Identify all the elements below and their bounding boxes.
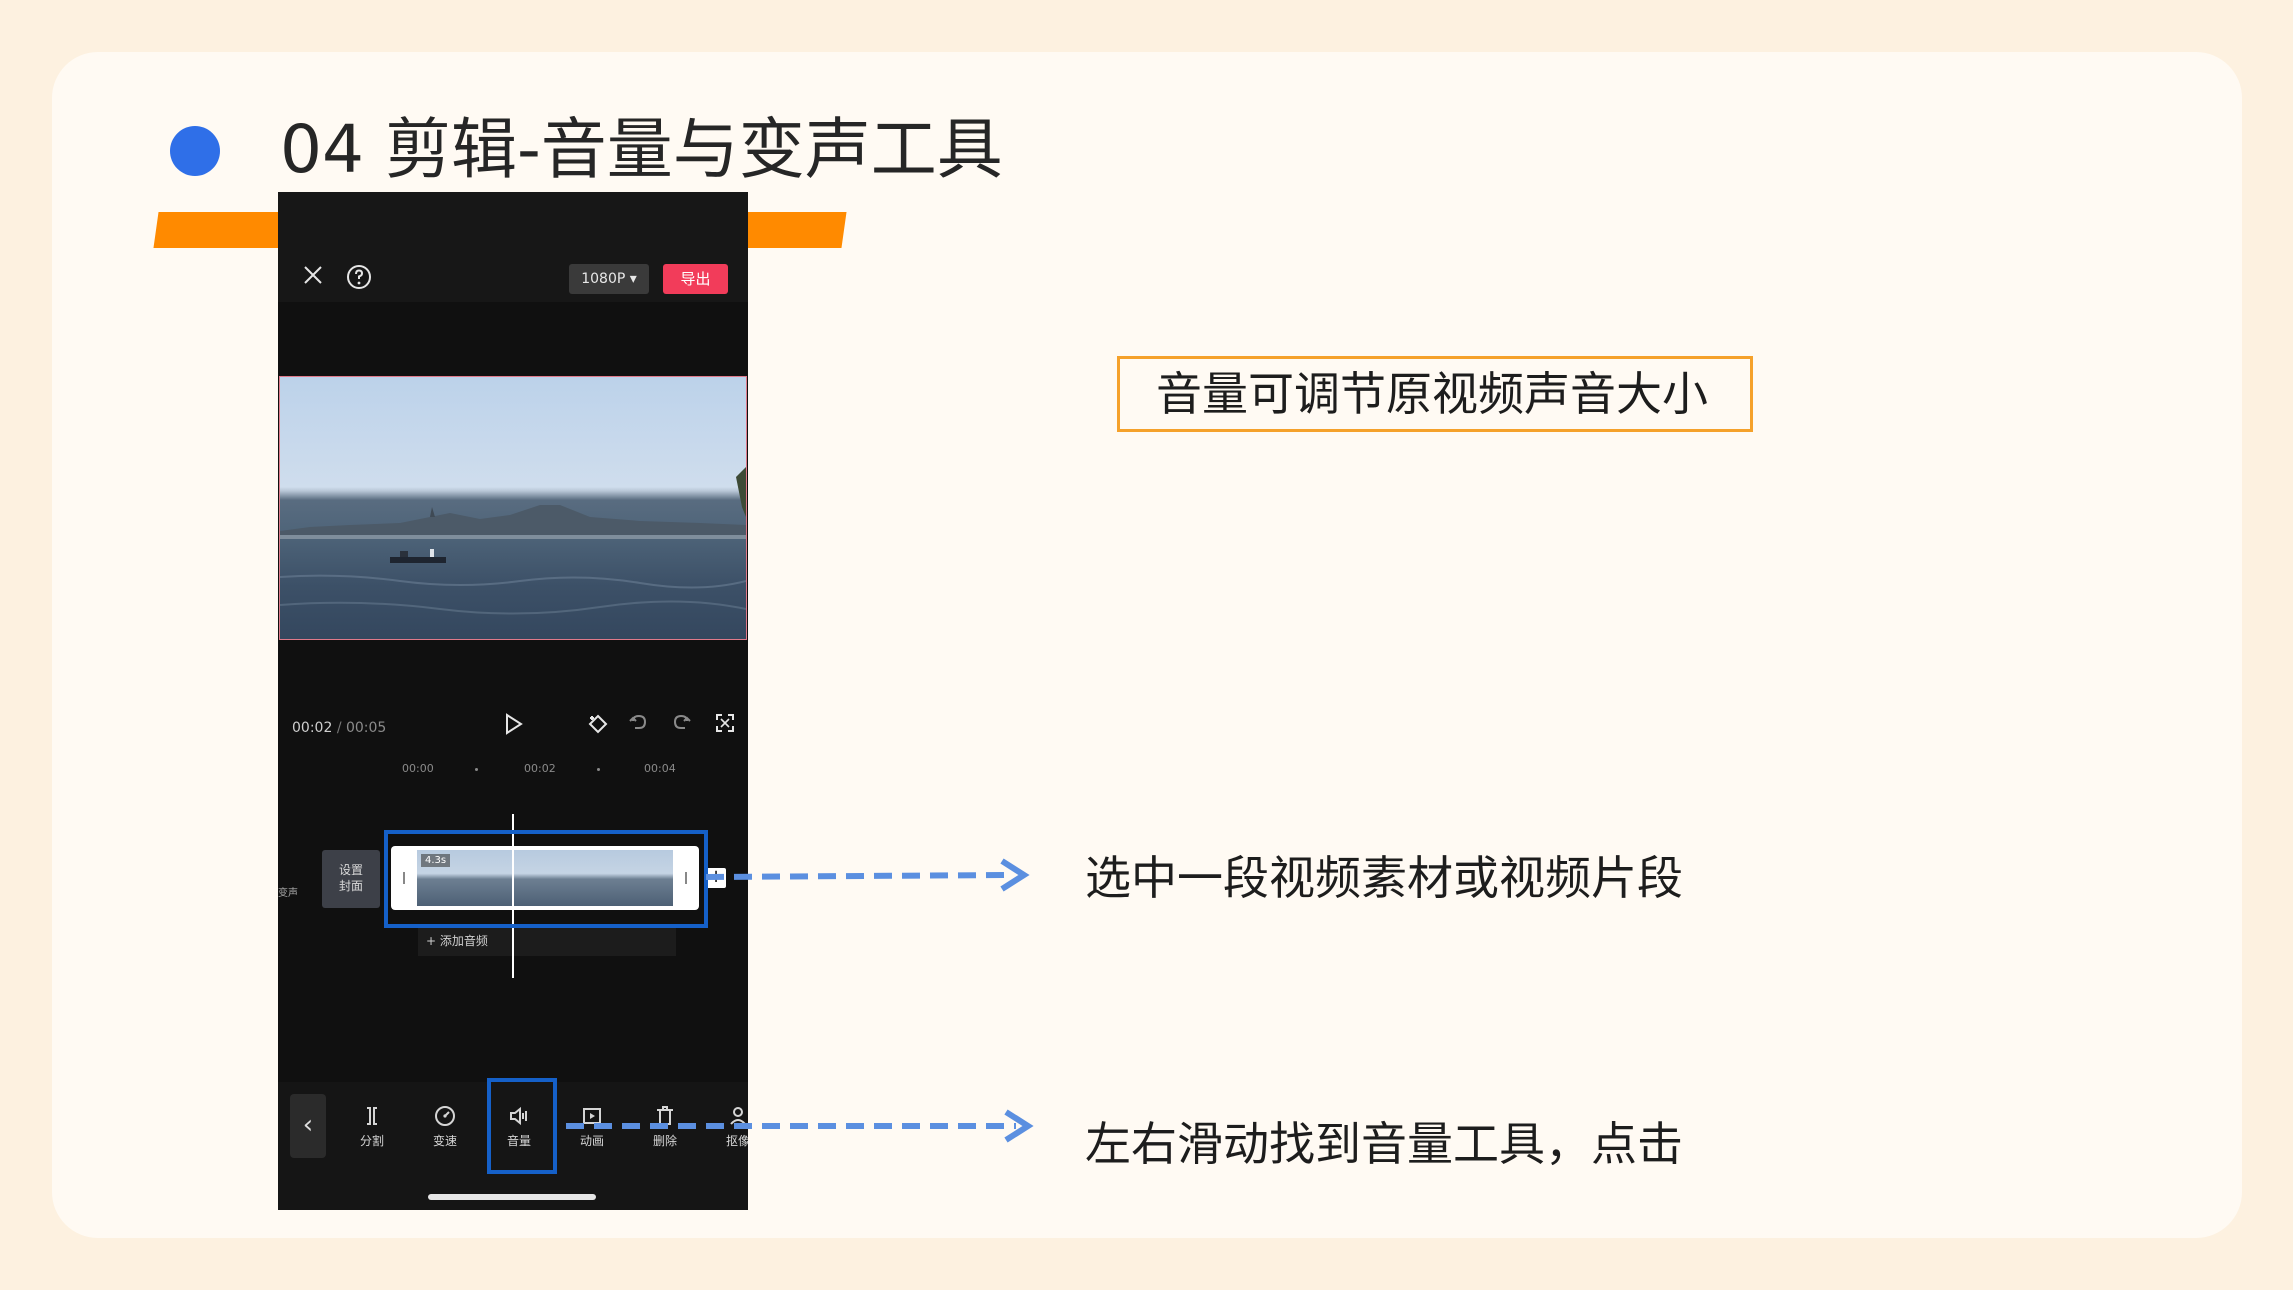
volume-description: 音量可调节原视频声音大小 <box>1117 356 1753 432</box>
volume-tool-highlight-box <box>487 1078 557 1174</box>
fullscreen-icon[interactable] <box>714 712 736 738</box>
tool-speed[interactable]: 变速 <box>415 1104 475 1149</box>
phone-screenshot: 1080P ▾ 导出 00:02 / 00:05 00:00 00:02 00:… <box>278 192 748 1210</box>
redo-icon[interactable] <box>670 712 692 738</box>
ruler-tick: 00:04 <box>644 762 676 775</box>
toolbar-back-button[interactable]: ‹ <box>290 1094 326 1158</box>
find-volume-note: 左右滑动找到音量工具，点击 <box>1085 1117 1683 1171</box>
total-time: 00:05 <box>345 720 387 736</box>
ruler-dot <box>597 768 600 771</box>
tool-split[interactable]: 分割 <box>342 1104 402 1149</box>
playback-time: 00:02 / 00:05 <box>292 720 386 736</box>
split-icon <box>367 1107 377 1125</box>
select-clip-note: 选中一段视频素材或视频片段 <box>1085 851 1683 905</box>
video-preview <box>279 376 747 640</box>
resolution-dropdown[interactable]: 1080P ▾ <box>569 264 649 294</box>
tool-label: 分割 <box>359 1134 384 1148</box>
set-cover-button[interactable]: 设置 封面 <box>322 850 380 908</box>
help-icon[interactable] <box>346 264 372 294</box>
page-title: 04 剪辑-音量与变声工具 <box>280 111 1003 188</box>
keyframe-icon[interactable] <box>586 712 610 740</box>
ruler-tick: 00:00 <box>402 762 434 775</box>
home-indicator <box>428 1194 596 1200</box>
play-icon[interactable] <box>500 711 526 741</box>
title-bullet <box>170 126 220 176</box>
tool-label: 变速 <box>432 1134 457 1148</box>
cover-label-line2: 封面 <box>338 879 363 893</box>
ruler-tick: 00:02 <box>524 762 556 775</box>
clip-highlight-box <box>384 830 708 928</box>
time-separator: / <box>336 720 342 736</box>
ruler-dot <box>475 768 478 771</box>
current-time: 00:02 <box>292 720 333 736</box>
arrow-to-slide-note <box>566 1109 1034 1143</box>
add-audio-button[interactable]: + 添加音频 <box>418 926 676 956</box>
cover-label-line1: 设置 <box>338 863 363 877</box>
close-icon[interactable] <box>302 264 324 290</box>
undo-icon[interactable] <box>628 712 650 738</box>
voice-change-label: 变声 <box>278 888 298 899</box>
export-button[interactable]: 导出 <box>663 264 728 294</box>
arrow-to-select-note <box>706 858 1030 892</box>
speed-icon <box>435 1106 455 1126</box>
